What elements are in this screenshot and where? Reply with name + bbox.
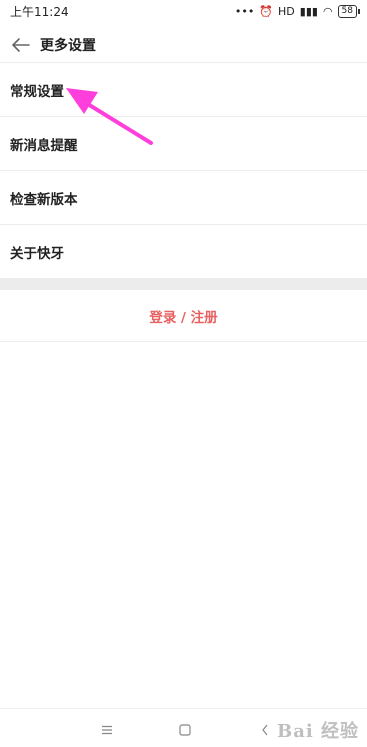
dots-icon: ••• [234, 4, 255, 18]
battery-icon: 58 [337, 4, 361, 18]
chevron-left-icon [262, 724, 268, 736]
menu-item-label: 关于快牙 [10, 245, 64, 262]
header: 更多设置 [0, 28, 367, 62]
home-nav-button[interactable] [178, 723, 192, 737]
status-bar: 上午11:24 ••• ⏰ HD ▮▮▮ ◠ 58 [0, 0, 367, 22]
menu-item-about[interactable]: 关于快牙 [0, 224, 367, 278]
wifi-icon: ◠ [322, 4, 333, 18]
login-register-button[interactable]: 登录 / 注册 [0, 290, 367, 342]
section-divider [0, 278, 367, 290]
back-button[interactable] [10, 34, 32, 56]
annotation-arrow-icon [66, 88, 153, 145]
signal-icon: ▮▮▮ [299, 4, 318, 18]
status-icons: ••• ⏰ HD ▮▮▮ ◠ 58 [234, 4, 361, 18]
menu-item-general[interactable]: 常规设置 [0, 62, 367, 116]
menu-nav-button[interactable] [100, 723, 114, 737]
menu-item-notifications[interactable]: 新消息提醒 [0, 116, 367, 170]
settings-menu: 常规设置 新消息提醒 检查新版本 关于快牙 [0, 62, 367, 278]
back-nav-button[interactable] [258, 723, 272, 737]
watermark-logo: Bai 经验 [277, 721, 359, 742]
menu-item-check-update[interactable]: 检查新版本 [0, 170, 367, 224]
menu-lines-icon [102, 725, 112, 735]
menu-item-label: 检查新版本 [10, 191, 78, 208]
back-arrow-icon [12, 38, 30, 52]
page-title: 更多设置 [40, 38, 96, 54]
login-register-label: 登录 / 注册 [149, 309, 218, 326]
status-time: 上午11:24 [10, 4, 69, 19]
network-label: HD [278, 4, 295, 18]
menu-item-label: 常规设置 [10, 83, 64, 100]
alarm-icon: ⏰ [259, 4, 274, 18]
square-home-icon [179, 724, 191, 736]
